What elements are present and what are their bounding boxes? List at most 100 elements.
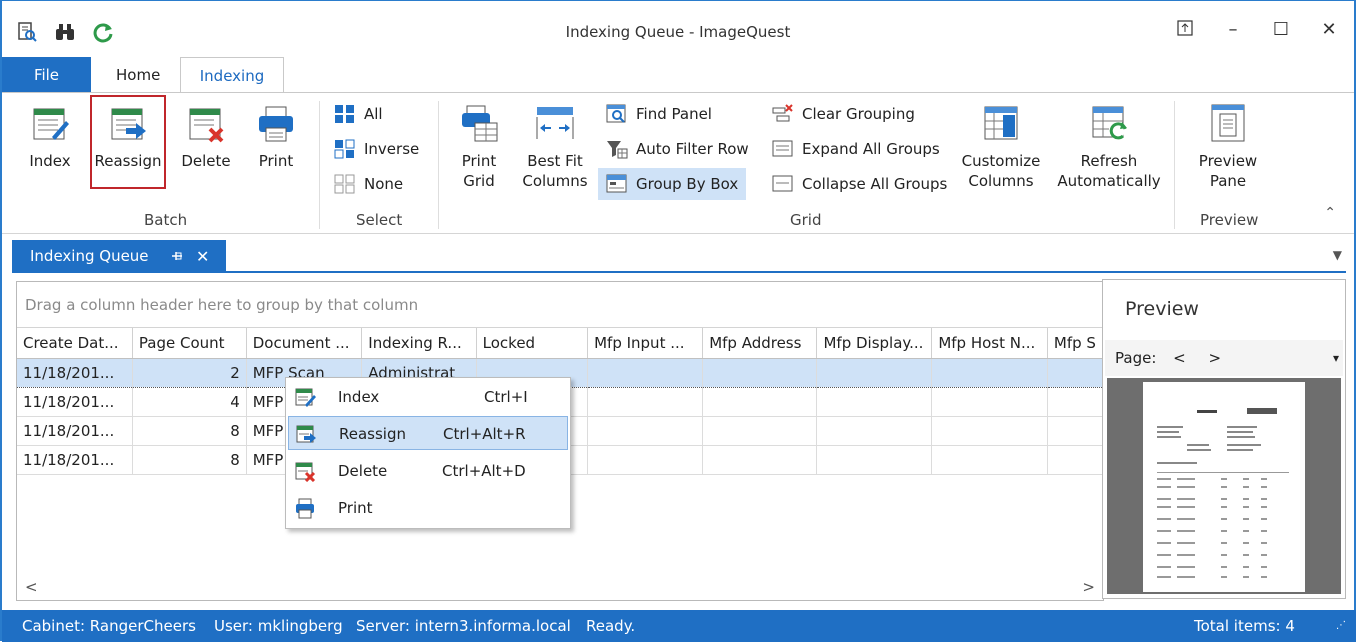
column-header[interactable]: Mfp Input ... xyxy=(587,328,704,359)
cell xyxy=(702,387,818,417)
scroll-right-button[interactable]: > xyxy=(1082,578,1095,596)
best-fit-columns-button[interactable]: Best Fit Columns xyxy=(518,103,592,191)
restore-ribbon-icon[interactable] xyxy=(1174,19,1196,41)
index-button[interactable]: Index xyxy=(18,103,82,171)
status-server: Server: intern3.informa.local xyxy=(356,617,571,635)
reassign-icon xyxy=(296,425,316,443)
auto-filter-row-label: Auto Filter Row xyxy=(636,140,749,158)
scroll-left-button[interactable]: < xyxy=(25,578,38,596)
menu-item-shortcut: Ctrl+I xyxy=(484,388,528,406)
preview-menu-icon[interactable]: ▾ xyxy=(1333,340,1339,376)
clear-grouping-button[interactable]: Clear Grouping xyxy=(772,101,915,127)
find-panel-label: Find Panel xyxy=(636,105,712,123)
group-separator xyxy=(438,101,439,229)
collapse-all-groups-button[interactable]: Collapse All Groups xyxy=(772,171,947,197)
select-all-button[interactable]: All xyxy=(334,101,383,127)
cell xyxy=(1047,357,1103,388)
collapse-ribbon-icon[interactable]: ⌃ xyxy=(1324,205,1336,221)
tab-home[interactable]: Home xyxy=(102,57,174,92)
column-header[interactable]: Mfp S xyxy=(1047,328,1103,359)
group-separator xyxy=(1174,101,1175,229)
column-header[interactable]: Mfp Host N... xyxy=(931,328,1048,359)
column-header[interactable]: Mfp Address xyxy=(702,328,818,359)
maximize-button[interactable]: ☐ xyxy=(1270,19,1292,41)
tab-file[interactable]: File xyxy=(2,57,91,92)
cell xyxy=(587,357,704,388)
context-menu-print[interactable]: Print xyxy=(288,491,568,525)
select-inverse-button[interactable]: Inverse xyxy=(334,136,419,162)
preview-toolbar: Page: < > ▾ xyxy=(1105,340,1343,376)
column-header[interactable]: Indexing R... xyxy=(361,328,477,359)
delete-label: Delete xyxy=(181,152,231,170)
context-menu-delete[interactable]: Delete Ctrl+Alt+D xyxy=(288,454,568,488)
column-header[interactable]: Create Dat... xyxy=(17,328,133,359)
column-header[interactable]: Mfp Display... xyxy=(816,328,933,359)
close-tab-button[interactable]: ✕ xyxy=(196,240,209,273)
cell: 11/18/201... xyxy=(17,357,133,388)
group-by-box-label: Group By Box xyxy=(636,175,739,193)
collapse-groups-icon xyxy=(772,175,793,192)
find-panel-button[interactable]: Find Panel xyxy=(606,101,712,127)
tab-dropdown-icon[interactable]: ▼ xyxy=(1333,248,1342,262)
clear-grouping-label: Clear Grouping xyxy=(802,105,915,123)
group-by-box-icon xyxy=(606,174,627,193)
expand-all-groups-label: Expand All Groups xyxy=(802,140,940,158)
preview-pane-button[interactable]: Preview Pane xyxy=(1188,103,1268,191)
refresh-automatically-button[interactable]: Refresh Automatically xyxy=(1054,103,1164,191)
cell xyxy=(816,357,933,388)
prev-page-button[interactable]: < xyxy=(1173,349,1186,367)
cell xyxy=(931,387,1048,417)
menu-item-label: Delete xyxy=(338,462,388,480)
cell xyxy=(702,445,818,475)
index-icon xyxy=(295,388,316,407)
preview-pane-icon xyxy=(1211,104,1245,142)
cell xyxy=(816,387,933,417)
next-page-button[interactable]: > xyxy=(1209,349,1222,367)
customize-columns-button[interactable]: Customize Columns xyxy=(958,103,1044,191)
context-menu-reassign[interactable]: Reassign Ctrl+Alt+R xyxy=(288,416,568,450)
cell xyxy=(702,357,818,388)
expand-all-groups-button[interactable]: Expand All Groups xyxy=(772,136,940,162)
cell xyxy=(702,416,818,446)
document-thumbnail[interactable] xyxy=(1143,382,1305,592)
print-grid-button[interactable]: Print Grid xyxy=(448,103,510,191)
column-header[interactable]: Page Count xyxy=(132,328,247,359)
cell xyxy=(816,416,933,446)
delete-button[interactable]: Delete xyxy=(174,103,238,171)
status-cabinet: Cabinet: RangerCheers xyxy=(22,617,196,635)
cell xyxy=(587,416,704,446)
print-grid-label-1: Print xyxy=(461,152,497,170)
customize-columns-label-2: Columns xyxy=(968,172,1034,190)
tab-indexing-queue[interactable]: Indexing Queue ✕ xyxy=(12,240,226,273)
cell xyxy=(931,416,1048,446)
tab-indexing[interactable]: Indexing xyxy=(180,57,284,93)
pin-icon[interactable] xyxy=(170,240,184,273)
minimize-button[interactable]: – xyxy=(1222,19,1244,41)
clear-grouping-icon xyxy=(772,104,793,122)
auto-filter-row-button[interactable]: Auto Filter Row xyxy=(606,136,749,162)
cell xyxy=(931,445,1048,475)
group-separator xyxy=(319,101,320,229)
select-none-icon xyxy=(334,174,355,194)
cell xyxy=(587,445,704,475)
group-by-box-button[interactable]: Group By Box xyxy=(598,168,747,200)
preview-pane: Preview Page: < > ▾ xyxy=(1102,279,1346,599)
context-menu-index[interactable]: Index Ctrl+I xyxy=(288,380,568,414)
close-button[interactable]: ✕ xyxy=(1318,19,1340,41)
preview-title: Preview xyxy=(1125,298,1199,320)
cell: 2 xyxy=(132,357,247,388)
reassign-button[interactable]: Reassign xyxy=(90,95,166,189)
group-label-select: Select xyxy=(356,211,403,229)
ribbon-tabs: File Home Indexing xyxy=(2,57,1354,93)
column-header[interactable]: Locked xyxy=(476,328,589,359)
resize-grip-icon[interactable]: ⋰ xyxy=(1336,610,1346,642)
expand-groups-icon xyxy=(772,140,793,157)
column-header[interactable]: Document ... xyxy=(246,328,363,359)
horizontal-scrollbar[interactable]: < > xyxy=(17,578,1103,600)
print-button[interactable]: Print xyxy=(244,103,308,171)
group-panel[interactable]: Drag a column header here to group by th… xyxy=(17,282,1103,328)
best-fit-label-1: Best Fit xyxy=(527,152,583,170)
status-total-items: Total items: 4 xyxy=(1194,617,1295,635)
select-none-button[interactable]: None xyxy=(334,171,403,197)
refresh-automatically-label-1: Refresh xyxy=(1080,152,1138,170)
